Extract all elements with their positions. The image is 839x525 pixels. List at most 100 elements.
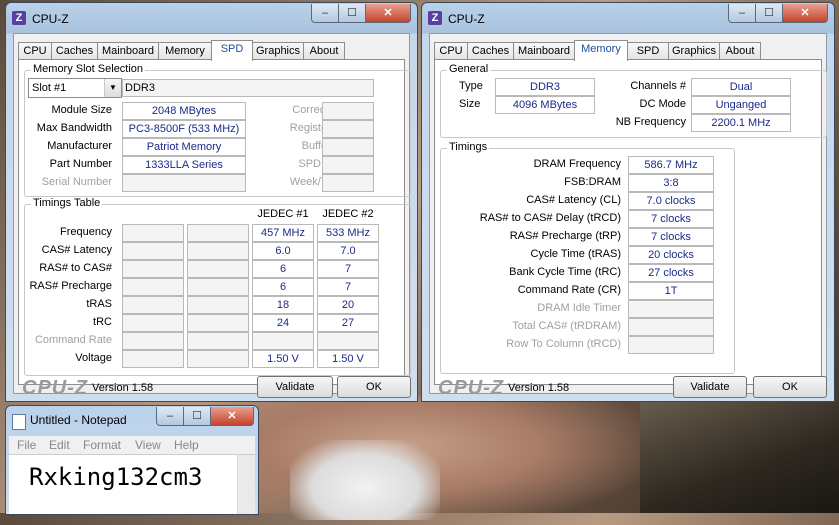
timing-j1-value: 6 xyxy=(252,260,314,278)
timing-j1-value xyxy=(252,332,314,350)
timing-empty-cell xyxy=(187,242,249,260)
max-bandwidth-value: PC3-8500F (533 MHz) xyxy=(122,120,246,138)
timing-row-label: Frequency xyxy=(60,226,112,238)
week-year-value xyxy=(322,174,374,192)
menu-format[interactable]: Format xyxy=(83,438,121,452)
timing-j2-value: 7 xyxy=(317,260,379,278)
module-size-label: Module Size xyxy=(51,104,112,116)
minimize-button[interactable]: – xyxy=(728,4,756,23)
timing-empty-cell xyxy=(187,350,249,368)
window-title: CPU-Z xyxy=(32,12,69,26)
timing-row-label: RAS# Precharge xyxy=(29,280,112,292)
manufacturer-value: Patriot Memory xyxy=(122,138,246,156)
maximize-button[interactable]: ☐ xyxy=(755,4,783,23)
timing-j2-value: 27 xyxy=(317,314,379,332)
size-label: Size xyxy=(459,98,481,110)
memory-slot-group: Memory Slot Selection Slot #1 ▼ DDR3 Mod… xyxy=(24,63,411,197)
tab-spd[interactable]: SPD xyxy=(211,40,253,61)
menu-help[interactable]: Help xyxy=(174,438,199,452)
timing-value xyxy=(628,318,714,336)
tab-spd[interactable]: SPD xyxy=(627,42,669,60)
correction-value xyxy=(322,102,374,120)
notepad-text-area[interactable]: Rxking132cm3 xyxy=(9,454,255,514)
timing-empty-cell xyxy=(187,224,249,242)
tab-graphics[interactable]: Graphics xyxy=(668,42,720,60)
window-client: CPU Caches Mainboard Memory SPD Graphics… xyxy=(429,33,827,399)
type-value: DDR3 xyxy=(495,78,595,96)
validate-button[interactable]: Validate xyxy=(257,376,333,398)
timing-row-label: FSB:DRAM xyxy=(564,176,621,188)
registered-value xyxy=(322,120,374,138)
menu-view[interactable]: View xyxy=(135,438,161,452)
notepad-title: Untitled - Notepad xyxy=(30,413,127,427)
chevron-down-icon[interactable]: ▼ xyxy=(104,79,121,97)
serial-number-label: Serial Number xyxy=(41,176,112,188)
maximize-button[interactable]: ☐ xyxy=(338,4,366,23)
memory-page: General Type DDR3 Size 4096 MBytes Chann… xyxy=(434,59,827,385)
timings-group-label: Timings xyxy=(447,141,490,153)
timing-row-label: CAS# Latency xyxy=(41,244,112,256)
minimize-button[interactable]: – xyxy=(156,407,184,426)
maximize-button[interactable]: ☐ xyxy=(183,407,211,426)
minimize-button[interactable]: – xyxy=(311,4,339,23)
size-value: 4096 MBytes xyxy=(495,96,595,114)
menu-edit[interactable]: Edit xyxy=(49,438,70,452)
channels-value: Dual xyxy=(691,78,791,96)
tab-graphics[interactable]: Graphics xyxy=(252,42,304,60)
timing-j1-value: 457 MHz xyxy=(252,224,314,242)
vertical-scrollbar[interactable] xyxy=(237,455,255,514)
timing-value: 7.0 clocks xyxy=(628,192,714,210)
tab-about[interactable]: About xyxy=(719,42,761,60)
serial-number-value xyxy=(122,174,246,192)
close-button[interactable]: ✕ xyxy=(782,4,828,23)
timing-empty-cell xyxy=(122,296,184,314)
timings-table-group-label: Timings Table xyxy=(31,197,103,209)
tab-cpu[interactable]: CPU xyxy=(18,42,52,60)
notepad-menu-bar: File Edit Format View Help xyxy=(9,436,255,454)
close-button[interactable]: ✕ xyxy=(365,4,411,23)
cpuz-app-icon: Z xyxy=(12,11,26,25)
timing-empty-cell xyxy=(187,278,249,296)
timing-value: 7 clocks xyxy=(628,210,714,228)
cpuz-logo: CPU-Z xyxy=(22,377,89,399)
timing-empty-cell xyxy=(122,350,184,368)
timing-row-label: DRAM Idle Timer xyxy=(537,302,621,314)
tab-caches[interactable]: Caches xyxy=(467,42,514,60)
cpuz-app-icon: Z xyxy=(428,11,442,25)
tab-caches[interactable]: Caches xyxy=(51,42,98,60)
part-number-value: 1333LLA Series xyxy=(122,156,246,174)
tab-cpu[interactable]: CPU xyxy=(434,42,468,60)
timing-row-label: RAS# to CAS# xyxy=(39,262,112,274)
tab-mainboard[interactable]: Mainboard xyxy=(97,42,159,60)
background-photo-wall xyxy=(640,395,839,513)
part-number-label: Part Number xyxy=(49,158,112,170)
spd-ext-value xyxy=(322,156,374,174)
timing-j1-value: 6.0 xyxy=(252,242,314,260)
menu-file[interactable]: File xyxy=(17,438,36,452)
timing-row-label: Total CAS# (tRDRAM) xyxy=(512,320,621,332)
dc-mode-label: DC Mode xyxy=(639,98,686,110)
validate-button[interactable]: Validate xyxy=(673,376,747,398)
cpuz-window-memory: Z CPU-Z – ☐ ✕ CPU Caches Mainboard Memor… xyxy=(421,2,835,402)
timings-group: Timings DRAM Frequency 586.7 MHz FSB:DRAM 3… xyxy=(440,141,735,374)
tab-about[interactable]: About xyxy=(303,42,345,60)
timing-j2-value: 7 xyxy=(317,278,379,296)
slot-select[interactable]: Slot #1 ▼ xyxy=(28,78,122,98)
tab-memory[interactable]: Memory xyxy=(158,42,212,60)
close-button[interactable]: ✕ xyxy=(210,407,254,426)
cpuz-logo: CPU-Z xyxy=(438,377,505,399)
title-bar[interactable]: Z CPU-Z – ☐ ✕ xyxy=(6,3,417,33)
timing-value: 586.7 MHz xyxy=(628,156,714,174)
memory-slot-group-label: Memory Slot Selection xyxy=(31,63,146,75)
tab-memory[interactable]: Memory xyxy=(574,40,628,61)
title-bar[interactable]: Z CPU-Z – ☐ ✕ xyxy=(422,3,834,33)
timing-value: 20 clocks xyxy=(628,246,714,264)
timing-j1-value: 24 xyxy=(252,314,314,332)
tab-mainboard[interactable]: Mainboard xyxy=(513,42,575,60)
timing-row-label: Command Rate xyxy=(34,334,112,346)
ok-button[interactable]: OK xyxy=(337,376,411,398)
timing-value: 27 clocks xyxy=(628,264,714,282)
ok-button[interactable]: OK xyxy=(753,376,827,398)
timing-value: 7 clocks xyxy=(628,228,714,246)
timing-value: 3:8 xyxy=(628,174,714,192)
